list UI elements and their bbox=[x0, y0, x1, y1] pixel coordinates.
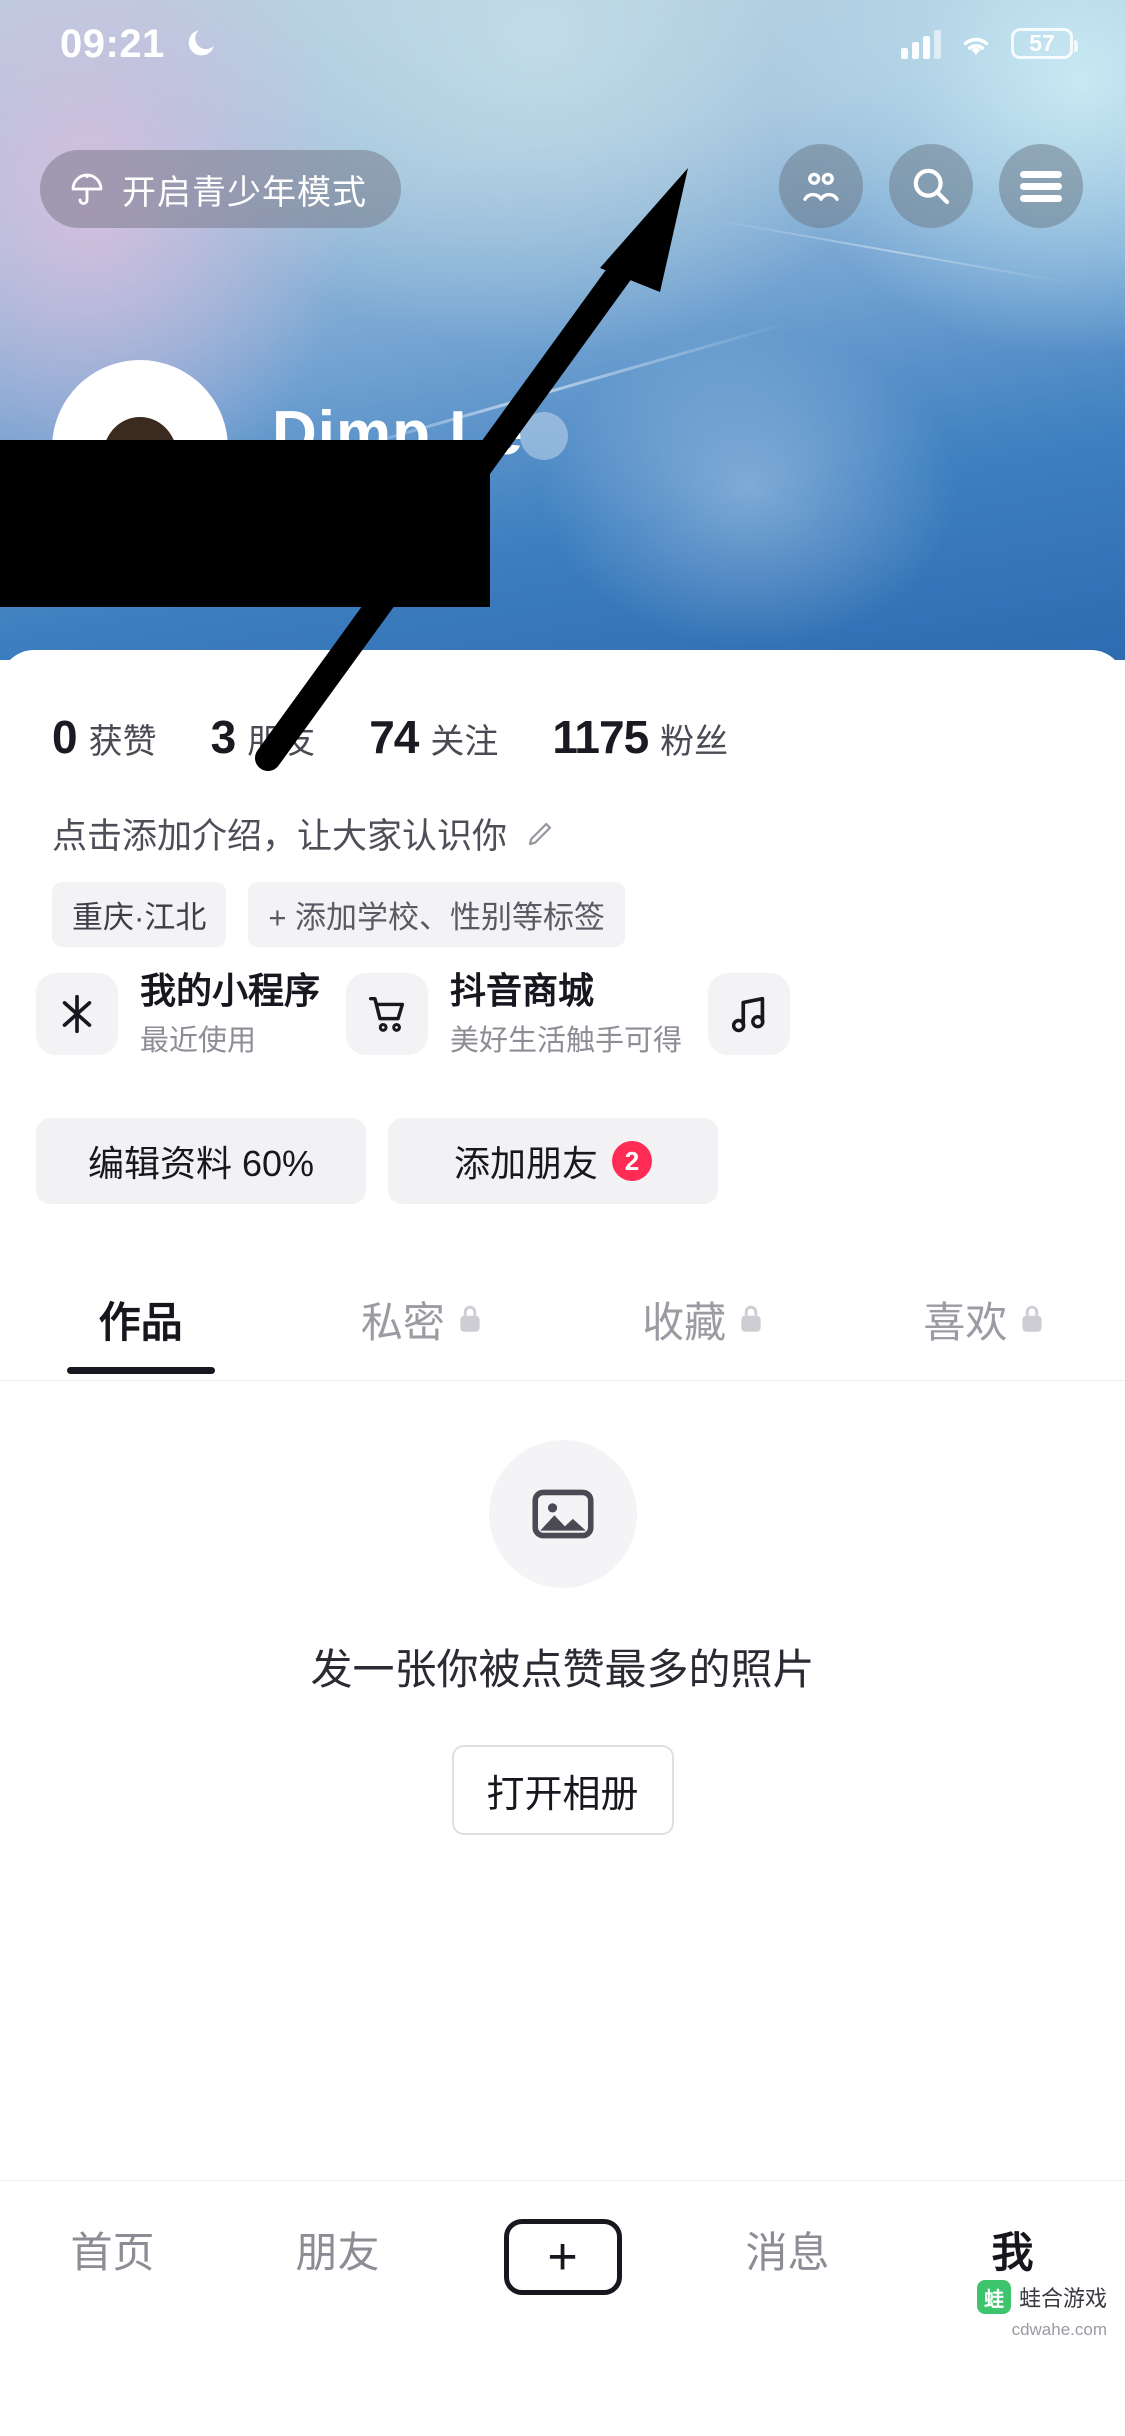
add-friend-label: 添加朋友 bbox=[453, 1143, 598, 1184]
empty-state-message: 发一张你被点赞最多的照片 bbox=[310, 1646, 815, 1693]
profile-stats: 0 获赞 3 朋友 74 关注 1175 粉丝 bbox=[52, 710, 728, 764]
service-subtitle-mall: 美好生活触手可得 bbox=[450, 1025, 683, 1057]
tab-active-underline bbox=[66, 1367, 215, 1374]
service-title-miniprogram: 我的小程序 bbox=[140, 970, 321, 1011]
service-subtitle-miniprogram: 最近使用 bbox=[140, 1025, 257, 1057]
tab-private[interactable]: 私密 bbox=[281, 1258, 562, 1380]
wifi-icon bbox=[963, 37, 989, 55]
stat-likes[interactable]: 0 获赞 bbox=[52, 710, 157, 764]
cellular-signal-icon bbox=[901, 29, 941, 59]
profile-sheet: 0 获赞 3 朋友 74 关注 1175 粉丝 点击添加介绍，让大家认识你 重庆… bbox=[0, 650, 1125, 2180]
service-title-mall: 抖音商城 bbox=[450, 970, 595, 1011]
crescent-moon-icon bbox=[188, 30, 214, 56]
tab-likes[interactable]: 喜欢 bbox=[844, 1258, 1125, 1380]
stat-following-value: 74 bbox=[369, 711, 419, 763]
lock-icon bbox=[1022, 1305, 1042, 1332]
status-time: 09:21 bbox=[60, 22, 165, 66]
mini-program-icon bbox=[36, 972, 118, 1055]
tab-collection-label: 收藏 bbox=[642, 1298, 727, 1346]
content-tabs: 作品 私密 收藏 喜欢 bbox=[0, 1258, 1125, 1380]
stat-likes-value: 0 bbox=[52, 711, 78, 763]
service-cards: 我的小程序 最近使用 抖音商城 美好生活触手可得 bbox=[36, 968, 791, 1059]
edit-profile-button[interactable]: 编辑资料 60% bbox=[36, 1118, 366, 1204]
header-actions bbox=[779, 144, 1083, 228]
status-bar: 09:21 57 bbox=[0, 0, 1125, 90]
search-button[interactable] bbox=[889, 144, 973, 228]
bio-placeholder-text: 点击添加介绍，让大家认识你 bbox=[52, 817, 508, 856]
status-indicators: 57 bbox=[901, 28, 1078, 59]
stat-following-label: 关注 bbox=[430, 723, 499, 761]
service-card-music[interactable] bbox=[708, 968, 791, 1059]
tab-works-label: 作品 bbox=[98, 1298, 183, 1346]
watermark-url: cdwahe.com bbox=[1011, 2320, 1107, 2339]
friends-button[interactable] bbox=[779, 144, 863, 228]
friends-icon bbox=[803, 172, 839, 201]
image-placeholder-icon bbox=[531, 1489, 594, 1539]
teen-mode-button[interactable]: 开启青少年模式 bbox=[40, 150, 401, 228]
tag-location[interactable]: 重庆·江北 bbox=[52, 882, 227, 947]
plus-icon: + bbox=[503, 2219, 622, 2295]
menu-button[interactable] bbox=[999, 144, 1083, 228]
bio-placeholder-row[interactable]: 点击添加介绍，让大家认识你 bbox=[52, 808, 555, 859]
stat-followers-label: 粉丝 bbox=[660, 723, 729, 761]
tag-add-label[interactable]: + 添加学校、性别等标签 bbox=[248, 882, 626, 947]
open-album-button[interactable]: 打开相册 bbox=[451, 1745, 674, 1835]
watermark: 蛙 蛙合游戏 cdwahe.com bbox=[976, 2280, 1107, 2339]
nav-friends[interactable]: 朋友 bbox=[225, 2219, 450, 2280]
stat-likes-label: 获赞 bbox=[88, 723, 157, 761]
tab-collection[interactable]: 收藏 bbox=[563, 1258, 844, 1380]
menu-icon bbox=[1020, 166, 1062, 207]
add-friend-badge: 2 bbox=[612, 1141, 652, 1181]
empty-state: 发一张你被点赞最多的照片 打开相册 bbox=[0, 1440, 1125, 1835]
shopping-cart-icon bbox=[346, 972, 429, 1055]
tab-works[interactable]: 作品 bbox=[0, 1258, 281, 1380]
stat-followers[interactable]: 1175 粉丝 bbox=[552, 710, 728, 764]
search-icon bbox=[913, 168, 950, 205]
service-card-mall[interactable]: 抖音商城 美好生活触手可得 bbox=[346, 968, 682, 1059]
lock-icon bbox=[741, 1305, 761, 1332]
stat-friends[interactable]: 3 朋友 bbox=[211, 710, 316, 764]
battery-indicator: 57 bbox=[1011, 28, 1078, 59]
tabs-divider bbox=[0, 1380, 1125, 1381]
nav-create[interactable]: + bbox=[450, 2219, 675, 2295]
stat-followers-value: 1175 bbox=[552, 711, 649, 763]
tab-private-label: 私密 bbox=[360, 1298, 445, 1346]
tab-likes-label: 喜欢 bbox=[923, 1298, 1008, 1346]
pencil-icon bbox=[528, 822, 552, 845]
empty-state-icon-wrap bbox=[488, 1440, 637, 1588]
redacted-region bbox=[0, 440, 490, 607]
service-card-miniprogram[interactable]: 我的小程序 最近使用 bbox=[36, 968, 320, 1059]
stat-friends-value: 3 bbox=[210, 711, 237, 763]
nav-messages[interactable]: 消息 bbox=[675, 2219, 900, 2280]
cover-glow bbox=[540, 330, 960, 650]
battery-level-text: 57 bbox=[1029, 30, 1055, 56]
nav-me[interactable]: 我 bbox=[900, 2219, 1125, 2280]
bottom-navigation: 首页 朋友 + 消息 我 bbox=[0, 2180, 1125, 2436]
watermark-brand: 蛙合游戏 bbox=[1018, 2286, 1107, 2311]
profile-action-buttons: 编辑资料 60% 添加朋友 2 bbox=[36, 1118, 718, 1204]
profile-tags: 重庆·江北 + 添加学校、性别等标签 bbox=[52, 882, 626, 947]
watermark-logo-icon: 蛙 bbox=[976, 2280, 1011, 2314]
teen-mode-label: 开启青少年模式 bbox=[122, 173, 367, 212]
nav-home[interactable]: 首页 bbox=[0, 2219, 225, 2280]
umbrella-icon bbox=[71, 173, 103, 205]
verified-badge-icon bbox=[520, 412, 568, 460]
stat-friends-label: 朋友 bbox=[247, 723, 316, 761]
music-note-icon bbox=[708, 972, 791, 1055]
edit-profile-label: 编辑资料 60% bbox=[87, 1143, 315, 1184]
add-friend-button[interactable]: 添加朋友 2 bbox=[388, 1118, 718, 1204]
stat-following[interactable]: 74 关注 bbox=[369, 710, 498, 764]
lock-icon bbox=[460, 1305, 480, 1332]
